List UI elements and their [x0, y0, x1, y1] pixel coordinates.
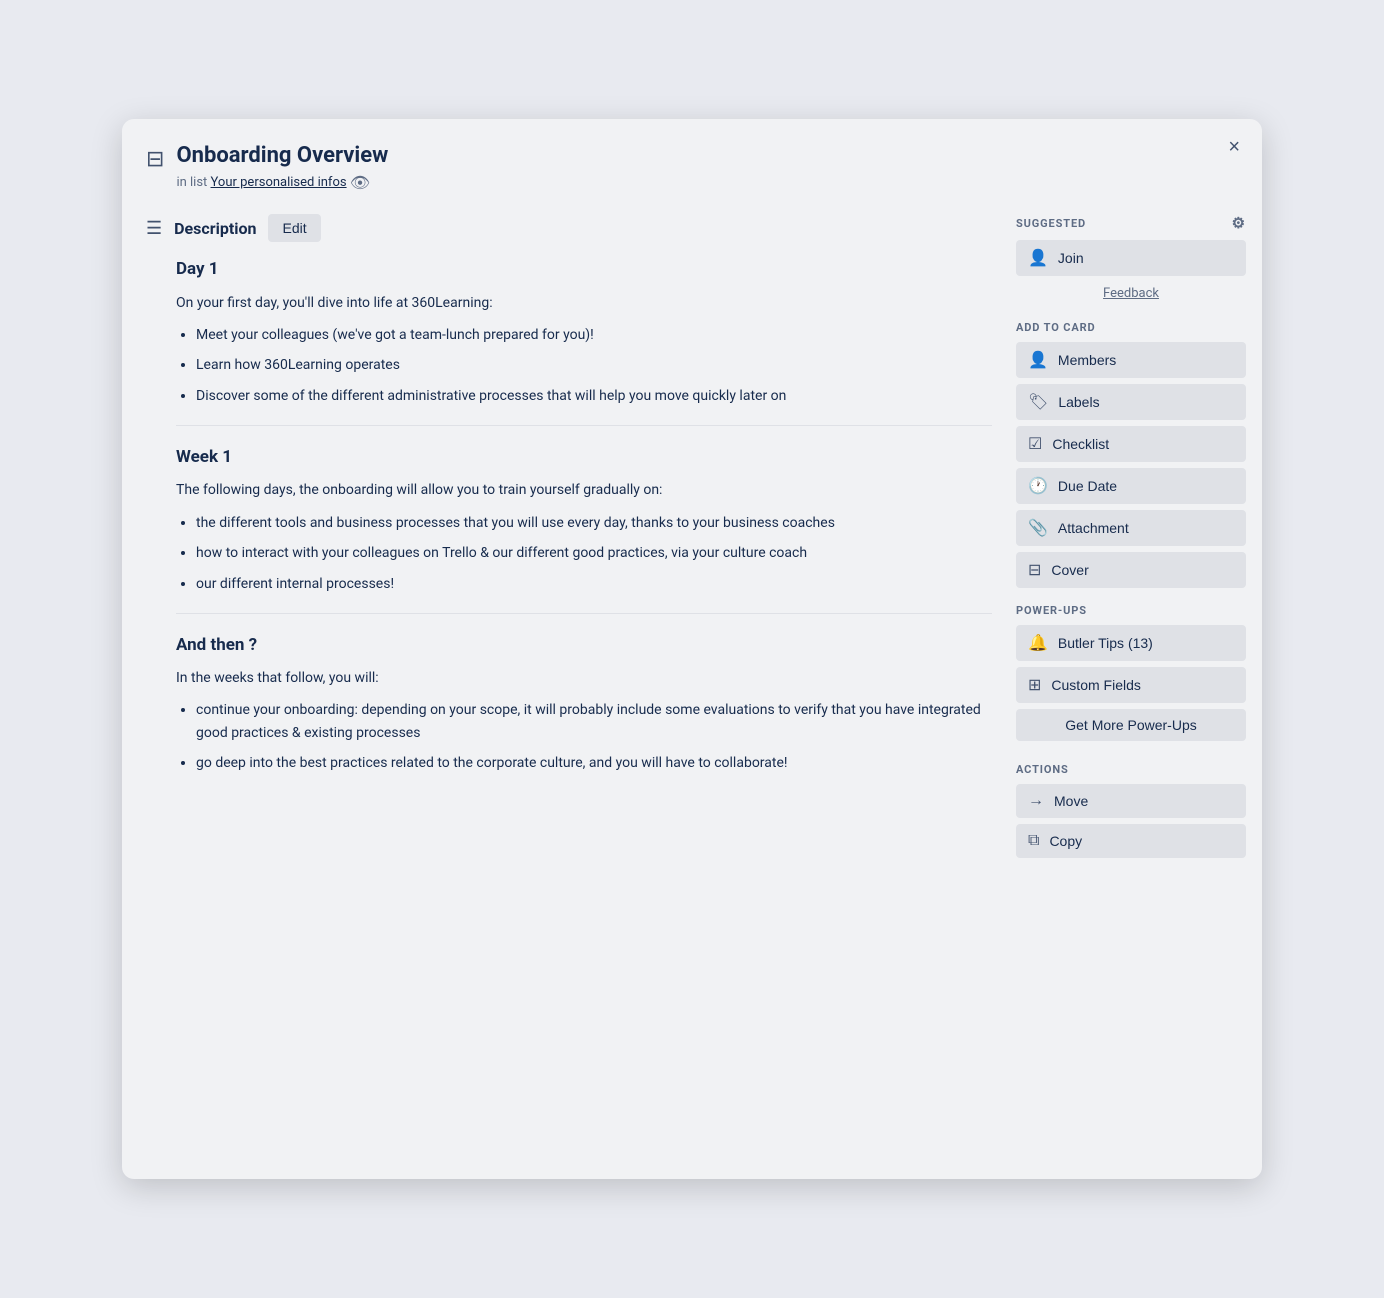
label-icon: 🏷	[1028, 392, 1048, 412]
labels-button[interactable]: 🏷 Labels	[1016, 384, 1246, 420]
description-content: Day 1 On your first day, you'll dive int…	[146, 256, 992, 774]
list-item: Learn how 360Learning operates	[196, 354, 992, 376]
divider	[176, 425, 992, 426]
labels-label: Labels	[1058, 394, 1099, 410]
modal-body: ☰ Description Edit Day 1 On your first d…	[146, 214, 1246, 1155]
suggested-section-title: SUGGESTED ⚙	[1016, 214, 1246, 232]
description-icon: ☰	[146, 218, 162, 239]
list-item: Meet your colleagues (we've got a team-l…	[196, 324, 992, 346]
section-week1-bullets: the different tools and business process…	[196, 512, 992, 595]
card-modal: × ⊟ Onboarding Overview in list Your per…	[122, 119, 1262, 1179]
copy-label: Copy	[1049, 833, 1082, 849]
section-day1-intro: On your first day, you'll dive into life…	[176, 292, 992, 314]
section-andthen-heading: And then ?	[176, 632, 992, 659]
suggested-label: SUGGESTED	[1016, 217, 1086, 230]
main-content: ☰ Description Edit Day 1 On your first d…	[146, 214, 992, 1155]
list-item: Discover some of the different administr…	[196, 385, 992, 407]
attachment-icon: 📎	[1028, 518, 1048, 538]
due-date-button[interactable]: 🕐 Due Date	[1016, 468, 1246, 504]
attachment-label: Attachment	[1058, 520, 1129, 536]
move-label: Move	[1054, 793, 1088, 809]
checklist-icon: ☑	[1028, 434, 1042, 454]
checklist-button[interactable]: ☑ Checklist	[1016, 426, 1246, 462]
members-label: Members	[1058, 352, 1116, 368]
list-item: our different internal processes!	[196, 573, 992, 595]
add-to-card-label: ADD TO CARD	[1016, 321, 1096, 334]
list-item: continue your onboarding: depending on y…	[196, 699, 992, 744]
feedback-link[interactable]: Feedback	[1016, 282, 1246, 305]
section-week1-intro: The following days, the onboarding will …	[176, 479, 992, 501]
move-icon: →	[1028, 792, 1044, 810]
description-header: ☰ Description Edit	[146, 214, 992, 242]
cover-label: Cover	[1051, 562, 1088, 578]
section-andthen-bullets: continue your onboarding: depending on y…	[196, 699, 992, 774]
card-title: Onboarding Overview	[176, 143, 388, 169]
cover-icon: ⊟	[1028, 560, 1041, 580]
section-andthen-intro: In the weeks that follow, you will:	[176, 667, 992, 689]
divider	[176, 613, 992, 614]
butler-icon: 🔔	[1028, 633, 1048, 653]
person-icon: 👤	[1028, 248, 1048, 268]
add-to-card-section-title: ADD TO CARD	[1016, 321, 1246, 334]
card-icon: ⊟	[146, 147, 164, 172]
due-date-label: Due Date	[1058, 478, 1117, 494]
checklist-label: Checklist	[1052, 436, 1109, 452]
custom-fields-icon: ⊞	[1028, 675, 1041, 695]
subtitle-prefix: in list	[176, 175, 207, 190]
edit-button[interactable]: Edit	[268, 214, 320, 242]
join-button[interactable]: 👤 Join	[1016, 240, 1246, 276]
list-link[interactable]: Your personalised infos	[211, 175, 347, 190]
move-button[interactable]: → Move	[1016, 784, 1246, 818]
power-ups-section-title: POWER-UPS	[1016, 604, 1246, 617]
modal-header: ⊟ Onboarding Overview in list Your perso…	[146, 143, 1246, 192]
copy-button[interactable]: ⧉ Copy	[1016, 824, 1246, 858]
attachment-button[interactable]: 📎 Attachment	[1016, 510, 1246, 546]
gear-icon[interactable]: ⚙	[1232, 214, 1246, 232]
list-item: how to interact with your colleagues on …	[196, 542, 992, 564]
section-day1-bullets: Meet your colleagues (we've got a team-l…	[196, 324, 992, 407]
close-button[interactable]: ×	[1220, 133, 1248, 161]
power-ups-label: POWER-UPS	[1016, 604, 1087, 617]
butler-tips-button[interactable]: 🔔 Butler Tips (13)	[1016, 625, 1246, 661]
join-label: Join	[1058, 250, 1084, 266]
custom-fields-label: Custom Fields	[1051, 677, 1140, 693]
watch-icon[interactable]: 👁	[350, 173, 370, 192]
copy-icon: ⧉	[1028, 832, 1039, 850]
description-title: Description	[174, 219, 256, 238]
section-day1-heading: Day 1	[176, 256, 992, 283]
actions-label: ACTIONS	[1016, 763, 1069, 776]
list-item: go deep into the best practices related …	[196, 752, 992, 774]
custom-fields-button[interactable]: ⊞ Custom Fields	[1016, 667, 1246, 703]
list-item: the different tools and business process…	[196, 512, 992, 534]
actions-section-title: ACTIONS	[1016, 763, 1246, 776]
members-icon: 👤	[1028, 350, 1048, 370]
sidebar: SUGGESTED ⚙ 👤 Join Feedback ADD TO CARD …	[1016, 214, 1246, 1155]
title-area: Onboarding Overview in list Your persona…	[176, 143, 388, 192]
card-subtitle: in list Your personalised infos 👁	[176, 173, 388, 192]
cover-button[interactable]: ⊟ Cover	[1016, 552, 1246, 588]
members-button[interactable]: 👤 Members	[1016, 342, 1246, 378]
butler-tips-label: Butler Tips (13)	[1058, 635, 1153, 651]
section-week1-heading: Week 1	[176, 444, 992, 471]
clock-icon: 🕐	[1028, 476, 1048, 496]
get-more-button[interactable]: Get More Power-Ups	[1016, 709, 1246, 741]
